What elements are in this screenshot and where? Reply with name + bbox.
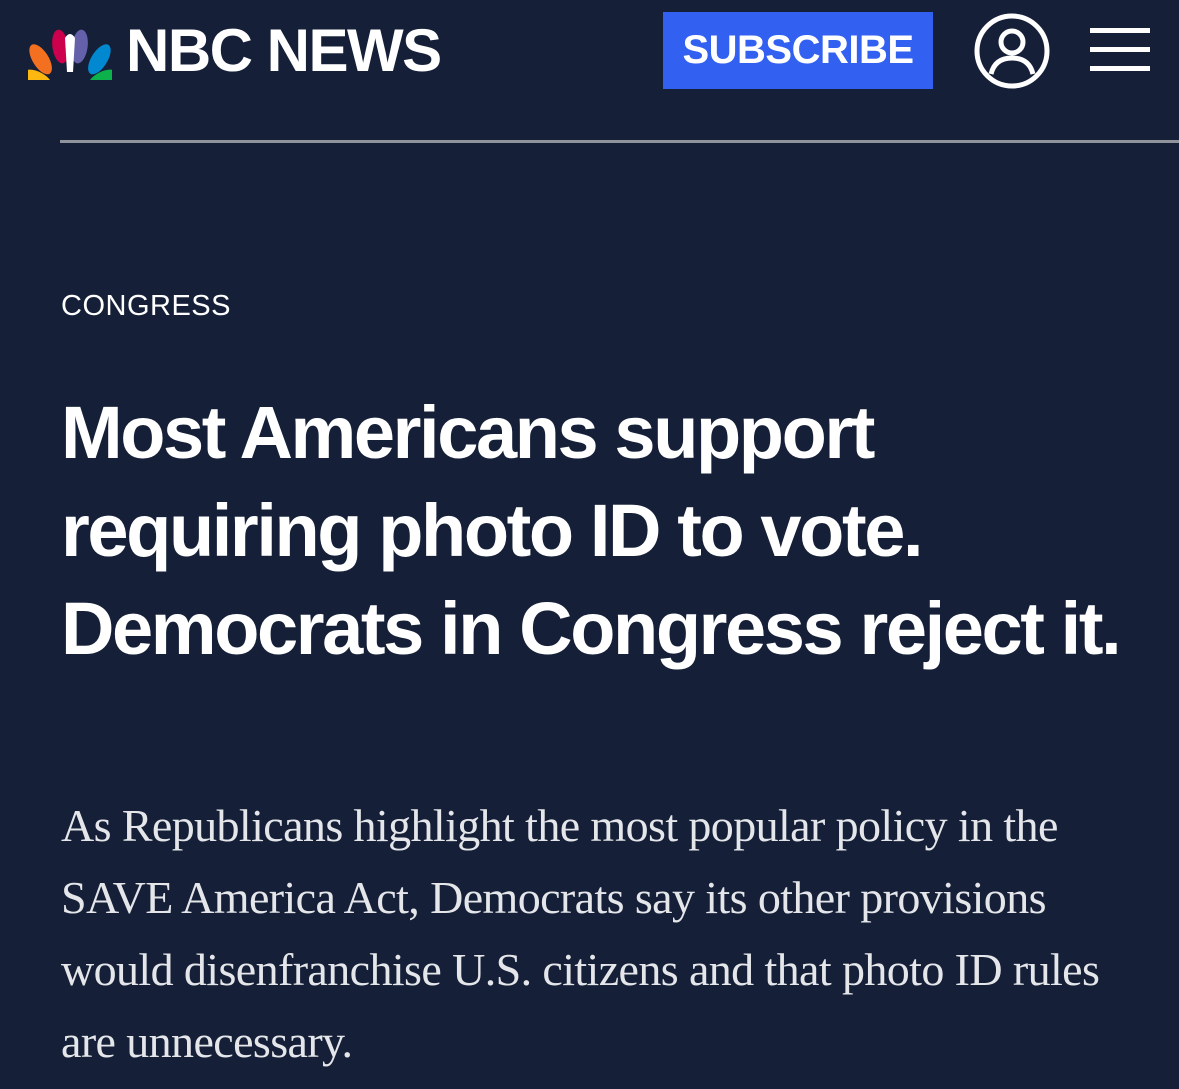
peacock-icon	[28, 29, 112, 80]
article-headline: Most Americans support requiring photo I…	[61, 391, 1122, 670]
brand-name: NBC NEWS	[126, 17, 442, 84]
hamburger-menu-icon[interactable]	[1090, 26, 1150, 74]
account-button[interactable]	[973, 12, 1051, 90]
site-header: NBC NEWS SUBSCRIBE	[0, 0, 1179, 142]
nbc-news-logo[interactable]: NBC NEWS	[28, 17, 442, 84]
user-circle-icon	[974, 13, 1050, 89]
category-link[interactable]: CONGRESS	[61, 290, 231, 323]
article-dek: As Republicans highlight the most popula…	[61, 800, 1100, 1067]
header-divider	[60, 140, 1179, 143]
subscribe-button[interactable]: SUBSCRIBE	[663, 12, 933, 89]
